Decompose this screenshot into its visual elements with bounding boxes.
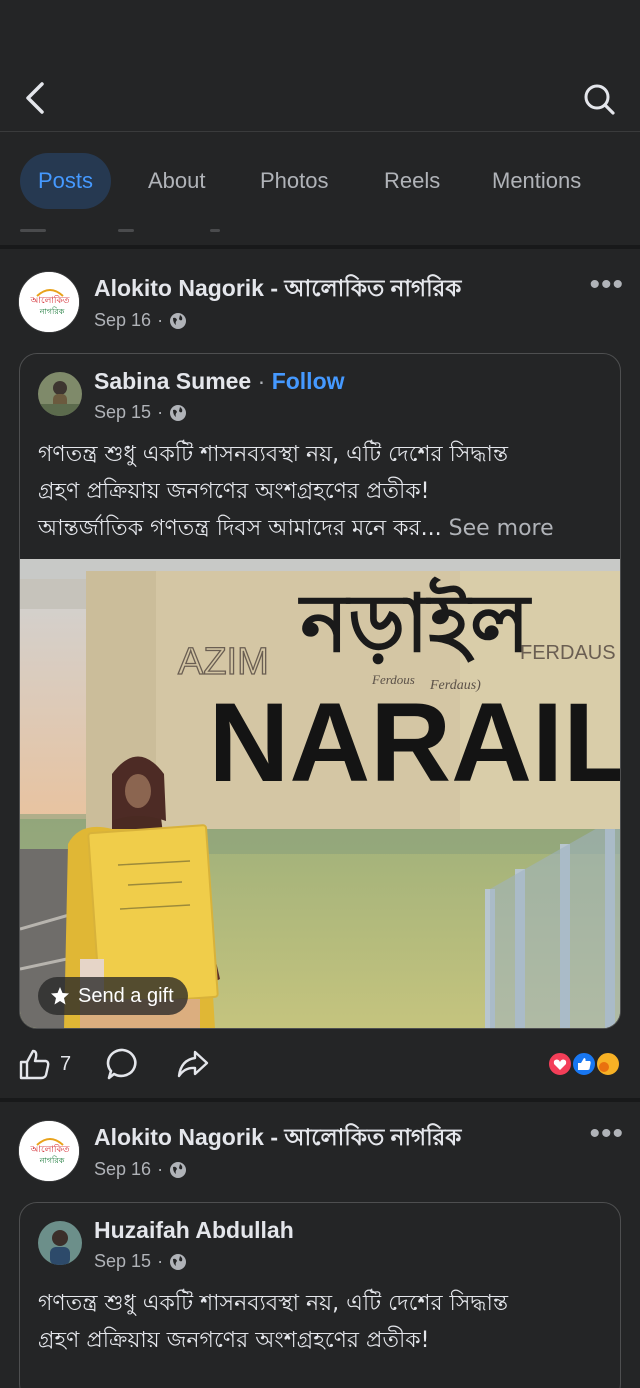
shared-date[interactable]: Sep 15 — [94, 1251, 151, 1272]
shared-date[interactable]: Sep 15 — [94, 402, 151, 423]
top-bar — [0, 0, 640, 132]
page-logo-icon: আলোকিত নাগরিক — [19, 1121, 79, 1181]
like-icon[interactable] — [18, 1047, 52, 1081]
feed-post: আলোকিত নাগরিক Alokito Nagorik - আলোকিত ন… — [0, 253, 640, 1098]
globe-icon — [170, 312, 187, 329]
globe-icon — [170, 1253, 187, 1270]
follow-button[interactable]: Follow — [272, 368, 345, 394]
send-gift-label: Send a gift — [78, 984, 174, 1007]
svg-text:নাগরিক: নাগরিক — [39, 307, 65, 316]
post-text-line: গণতন্ত্র শুধু একটি শাসনব্যবস্থা নয়, এটি… — [38, 1291, 509, 1316]
post-text-line: গ্রহণ প্রক্রিয়ায় জনগণের অংশগ্রহণের প্র… — [38, 479, 430, 504]
svg-text:নড়াইল: নড়াইল — [297, 576, 532, 670]
page-name[interactable]: Alokito Nagorik - আলোকিত নাগরিক — [94, 270, 461, 309]
svg-text:আলোকিত: আলোকিত — [29, 295, 69, 306]
post-meta: Sep 16 · — [94, 310, 187, 331]
svg-text:FERDAUS: FERDAUS — [520, 642, 616, 664]
post-date[interactable]: Sep 16 — [94, 1159, 151, 1180]
profile-photo-icon — [38, 1221, 82, 1265]
gift-star-icon — [51, 987, 69, 1005]
comment-icon[interactable] — [106, 1047, 140, 1081]
more-options-icon[interactable]: ••• — [589, 270, 624, 300]
tab-reels[interactable]: Reels — [366, 153, 458, 209]
post-date[interactable]: Sep 16 — [94, 310, 151, 331]
feed-post: আলোকিত নাগরিক Alokito Nagorik - আলোকিত ন… — [0, 1102, 640, 1388]
svg-text:আলোকিত: আলোকিত — [29, 1144, 69, 1155]
shared-meta: Sep 15 · — [94, 1251, 187, 1272]
search-icon[interactable] — [582, 82, 616, 116]
send-gift-button[interactable]: Send a gift — [38, 977, 188, 1015]
page-name[interactable]: Alokito Nagorik - আলোকিত নাগরিক — [94, 1119, 461, 1158]
shared-author-line: Sabina Sumee · Follow — [94, 368, 345, 394]
post-meta: Sep 16 · — [94, 1159, 187, 1180]
svg-text:নাগরিক: নাগরিক — [39, 1156, 65, 1165]
tab-posts[interactable]: Posts — [20, 153, 112, 209]
photo-image: নড়াইল NARAIL AZIM FERDAUS Ferdous Ferda… — [20, 559, 621, 1028]
globe-icon — [170, 1161, 187, 1178]
svg-text:AZIM: AZIM — [178, 641, 269, 683]
avatar[interactable] — [38, 372, 82, 416]
svg-text:NARAIL: NARAIL — [208, 680, 621, 805]
shared-author-name[interactable]: Huzaifah Abdullah — [94, 1217, 294, 1244]
shared-author-name[interactable]: Sabina Sumee — [94, 368, 251, 394]
profile-tabs: Posts About Photos Reels Mentions — [0, 133, 640, 229]
profile-photo-icon — [38, 372, 82, 416]
reactions-summary[interactable] — [544, 1049, 622, 1079]
shared-post-card[interactable]: Sabina Sumee · Follow Sep 15 · গণতন্ত্র … — [19, 353, 621, 1029]
post-text-line: আন্তর্জাতিক গণতন্ত্র দিবস আমাদের মনে কর.… — [38, 516, 554, 541]
page-logo-icon: আলোকিত নাগরিক — [19, 272, 79, 332]
svg-text:Ferdous: Ferdous — [371, 672, 415, 687]
page-avatar[interactable]: আলোকিত নাগরিক — [18, 271, 80, 333]
post-text: গণতন্ত্র শুধু একটি শাসনব্যবস্থা নয়, এটি… — [38, 436, 618, 547]
post-action-bar: 7 — [0, 1041, 640, 1087]
globe-icon — [170, 404, 187, 421]
see-more-link[interactable]: See more — [449, 516, 554, 541]
post-text-line: গণতন্ত্র শুধু একটি শাসনব্যবস্থা নয়, এটি… — [38, 442, 509, 467]
more-options-icon[interactable]: ••• — [589, 1119, 624, 1149]
like-count: 7 — [60, 1053, 72, 1075]
shared-post-card[interactable]: Huzaifah Abdullah Sep 15 · গণতন্ত্র শুধু… — [19, 1202, 621, 1388]
post-text: গণতন্ত্র শুধু একটি শাসনব্যবস্থা নয়, এটি… — [38, 1285, 618, 1359]
chevron-left-icon[interactable] — [22, 80, 50, 116]
svg-text:Ferdaus): Ferdaus) — [429, 678, 481, 693]
post-photo[interactable]: নড়াইল NARAIL AZIM FERDAUS Ferdous Ferda… — [20, 559, 621, 1028]
post-text-line: গ্রহণ প্রক্রিয়ায় জনগণের অংশগ্রহণের প্র… — [38, 1328, 430, 1353]
page-avatar[interactable]: আলোকিত নাগরিক — [18, 1120, 80, 1182]
tab-mentions[interactable]: Mentions — [474, 153, 599, 209]
shared-meta: Sep 15 · — [94, 402, 187, 423]
tab-photos[interactable]: Photos — [242, 153, 347, 209]
share-icon[interactable] — [176, 1047, 210, 1081]
scroll-peek-strip — [0, 229, 640, 249]
tab-about[interactable]: About — [130, 153, 224, 209]
avatar[interactable] — [38, 1221, 82, 1265]
